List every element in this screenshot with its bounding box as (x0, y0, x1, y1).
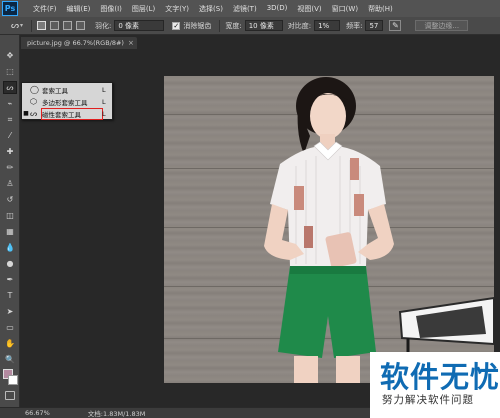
close-icon[interactable]: × (128, 39, 134, 47)
tools-panel: ✥ ⬚ ᔕ ⌁ ⌗ ⁄ ✚ ✏ ♙ ↺ ◫ ▦ 💧 ● ✒ T ➤ ▭ ✋ 🔍 (0, 35, 20, 407)
document-tab[interactable]: picture.jpg @ 66.7%(RGB/8#) × (21, 37, 137, 49)
woman-figure (264, 77, 494, 383)
polygon-lasso-icon: ⬡ (30, 97, 37, 106)
move-tool-icon[interactable]: ✥ (3, 49, 17, 62)
document-title: picture.jpg @ 66.7%(RGB/8#) (27, 39, 124, 47)
shortcut-key: L (102, 85, 106, 94)
menu-image[interactable]: 图像(I) (95, 4, 127, 14)
pen-pressure-icon[interactable]: ✎ (389, 20, 402, 31)
selected-bullet-icon: ■ (23, 110, 29, 117)
lasso-tool-icon[interactable]: ᔕ (3, 81, 17, 94)
eraser-tool-icon[interactable]: ◫ (3, 209, 17, 222)
healing-brush-tool-icon[interactable]: ✚ (3, 145, 17, 158)
menu-file[interactable]: 文件(F) (28, 4, 62, 14)
flyout-item-label: 套索工具 (42, 86, 68, 95)
menu-window[interactable]: 窗口(W) (327, 4, 363, 14)
gradient-tool-icon[interactable]: ▦ (3, 225, 17, 238)
frequency-label: 频率: (346, 21, 363, 30)
feather-input[interactable]: 0 像素 (114, 20, 165, 31)
zoom-tool-icon[interactable]: 🔍 (3, 353, 17, 366)
lasso-icon: ◯ (30, 85, 39, 94)
magnetic-lasso-icon: ᔕ (10, 20, 19, 31)
intersect-selection-button[interactable] (76, 21, 85, 30)
menu-select[interactable]: 选择(S) (194, 4, 228, 14)
watermark-subtitle: 努力解决软件问题 (382, 394, 474, 406)
shortcut-key: L (102, 109, 106, 118)
menu-bar: Ps 文件(F) 编辑(E) 图像(I) 图层(L) 文字(Y) 选择(S) 滤… (0, 0, 500, 17)
type-tool-icon[interactable]: T (3, 289, 17, 302)
add-to-selection-button[interactable] (50, 21, 59, 30)
zoom-level[interactable]: 66.67% (25, 409, 50, 417)
eyedropper-tool-icon[interactable]: ⁄ (3, 129, 17, 142)
path-select-tool-icon[interactable]: ➤ (3, 305, 17, 318)
menu-type[interactable]: 文字(Y) (160, 4, 194, 14)
menu-edit[interactable]: 编辑(E) (62, 4, 96, 14)
feather-label: 羽化: (95, 21, 112, 30)
brush-tool-icon[interactable]: ✏ (3, 161, 17, 174)
magnetic-lasso-icon: ᔕ (30, 109, 38, 118)
new-selection-button[interactable] (37, 21, 46, 30)
flyout-item-polygon-lasso[interactable]: ⬡ 多边形套索工具 L (22, 96, 114, 107)
history-brush-tool-icon[interactable]: ↺ (3, 193, 17, 206)
pen-tool-icon[interactable]: ✒ (3, 273, 17, 286)
flyout-item-magnetic-lasso[interactable]: ■ ᔕ 磁性套索工具 L (22, 107, 114, 120)
tool-preset-picker[interactable]: ᔕ ▾ (8, 19, 26, 33)
chevron-down-icon: ▾ (20, 22, 24, 29)
width-label: 宽度: (225, 21, 242, 30)
background-color-swatch[interactable] (8, 375, 18, 385)
shape-tool-icon[interactable]: ▭ (3, 321, 17, 334)
contrast-label: 对比度: (287, 21, 312, 30)
dodge-tool-icon[interactable]: ● (3, 257, 17, 270)
quick-select-tool-icon[interactable]: ⌁ (3, 97, 17, 110)
subtract-from-selection-button[interactable] (63, 21, 72, 30)
clone-stamp-tool-icon[interactable]: ♙ (3, 177, 17, 190)
menu-layer[interactable]: 图层(L) (127, 4, 160, 14)
watermark: 软件无忧 努力解决软件问题 (370, 352, 500, 418)
quick-mask-icon[interactable] (5, 391, 15, 400)
divider (31, 19, 32, 32)
flyout-item-lasso[interactable]: ◯ 套索工具 L (22, 84, 114, 95)
shortcut-key: L (102, 97, 106, 106)
options-bar: ᔕ ▾ 羽化: 0 像素 ✓ 消除锯齿 宽度: 10 像素 对比度: 1% 频率:… (0, 17, 500, 35)
lasso-tool-flyout: ◯ 套索工具 L ⬡ 多边形套索工具 L ■ ᔕ 磁性套索工具 L (21, 82, 113, 120)
blur-tool-icon[interactable]: 💧 (3, 241, 17, 254)
menu-3d[interactable]: 3D(D) (262, 4, 293, 14)
contrast-input[interactable]: 1% (314, 20, 341, 31)
marquee-tool-icon[interactable]: ⬚ (3, 65, 17, 78)
antialias-label: 消除锯齿 (183, 21, 212, 30)
document-info[interactable]: 文档:1.83M/1.83M (88, 408, 146, 418)
antialias-checkbox[interactable]: ✓ (172, 21, 181, 30)
refine-edge-button[interactable]: 调整边缘... (415, 20, 469, 31)
flyout-item-label: 磁性套索工具 (41, 107, 103, 120)
crop-tool-icon[interactable]: ⌗ (3, 113, 17, 126)
photo-image (164, 76, 494, 383)
hand-tool-icon[interactable]: ✋ (3, 337, 17, 350)
menu-filter[interactable]: 滤镜(T) (228, 4, 262, 14)
divider (219, 19, 221, 32)
width-input[interactable]: 10 像素 (244, 20, 283, 31)
main-menu: 文件(F) 编辑(E) 图像(I) 图层(L) 文字(Y) 选择(S) 滤镜(T… (28, 4, 398, 14)
menu-view[interactable]: 视图(V) (292, 4, 326, 14)
watermark-title: 软件无忧 (380, 360, 500, 394)
photoshop-logo: Ps (2, 1, 18, 16)
menu-help[interactable]: 帮助(H) (363, 4, 398, 14)
flyout-item-label: 多边形套索工具 (42, 98, 88, 107)
frequency-input[interactable]: 57 (365, 20, 384, 31)
